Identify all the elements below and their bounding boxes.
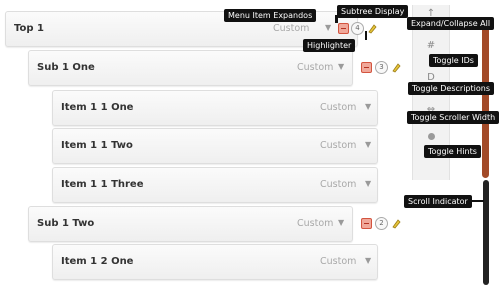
menu-item-sub-1-two[interactable]: Sub 1 Two Custom ▼ [28,206,353,242]
menu-item-title: Item 1 1 One [61,102,134,113]
subtree-count-badge: 2 [375,217,388,230]
chevron-down-icon[interactable]: ▼ [325,23,331,32]
menu-item-1-2-one[interactable]: Item 1 2 One Custom ▼ [52,244,378,280]
menu-item-type: Custom [297,62,334,73]
callout-toggle-descriptions: Toggle Descriptions [408,82,494,95]
menu-item-type: Custom [320,140,357,151]
callout-expand-collapse-all: Expand/Collapse All [407,17,495,30]
menu-item-title: Item 1 2 One [61,256,134,267]
menu-item-title: Top 1 [14,23,44,34]
collapse-expando-icon[interactable] [361,62,372,73]
menu-item-1-1-two[interactable]: Item 1 1 Two Custom ▼ [52,128,378,164]
scroll-indicator-track[interactable] [483,180,489,285]
chevron-down-icon[interactable]: ▼ [365,140,371,149]
callout-subtree-display: Subtree Display [337,5,409,18]
chevron-down-icon[interactable]: ▼ [338,218,344,227]
callout-pointer [470,200,484,202]
menu-item-title: Item 1 1 Two [61,140,133,151]
scroll-indicator-active[interactable] [482,18,489,178]
highlighter-pencil-icon[interactable] [391,61,401,73]
callout-toggle-hints: Toggle Hints [424,145,481,158]
callout-toggle-ids: Toggle IDs [429,54,478,67]
collapse-expando-icon[interactable] [338,23,349,34]
collapse-expando-icon[interactable] [361,218,372,229]
menu-item-1-1-one[interactable]: Item 1 1 One Custom ▼ [52,90,378,126]
chevron-down-icon[interactable]: ▼ [365,102,371,111]
highlighter-pencil-icon[interactable] [391,217,401,229]
subtree-count-badge: 4 [351,22,364,35]
menu-item-1-1-three[interactable]: Item 1 1 Three Custom ▼ [52,167,378,203]
menu-item-type: Custom [297,218,334,229]
subtree-count-badge: 3 [375,61,388,74]
menu-item-type: Custom [320,179,357,190]
menu-item-sub-1-one[interactable]: Sub 1 One Custom ▼ [28,50,353,86]
menu-item-title: Sub 1 One [37,62,95,73]
toggle-hints-icon[interactable] [428,133,435,140]
chevron-down-icon[interactable]: ▼ [365,256,371,265]
callout-pointer [365,31,367,40]
menu-item-type: Custom [320,256,357,267]
menu-item-title: Sub 1 Two [37,218,95,229]
menu-item-type: Custom [320,102,357,113]
callout-scroll-indicator: Scroll Indicator [404,195,472,208]
callout-menu-item-expandos: Menu Item Expandos [224,9,317,22]
menu-item-title: Item 1 1 Three [61,179,144,190]
menu-item-type: Custom [273,23,310,34]
callout-highlighter: Highlighter [303,39,356,52]
highlighter-pencil-icon[interactable] [367,22,377,34]
chevron-down-icon[interactable]: ▼ [338,62,344,71]
chevron-down-icon[interactable]: ▼ [365,179,371,188]
toggle-ids-icon[interactable]: # [412,40,450,51]
callout-toggle-scroller-width: Toggle Scroller Width [407,111,500,124]
